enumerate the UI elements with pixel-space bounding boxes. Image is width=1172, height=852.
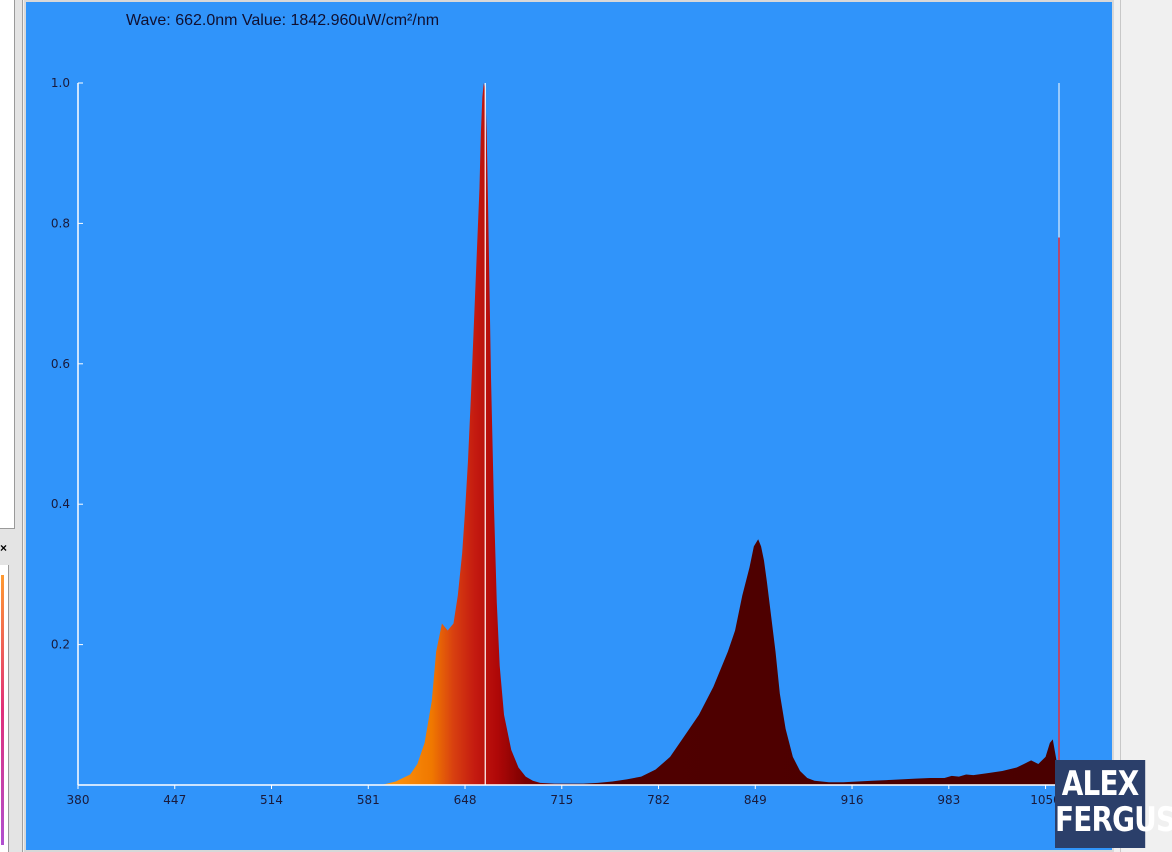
x-tick-label: 380 [67,793,90,807]
y-tick-label: 0.8 [51,216,70,230]
x-tick-label: 514 [260,793,283,807]
left-panel-lower [0,565,9,852]
y-tick-label: 0.2 [51,638,70,652]
left-side-panel: × [0,0,23,852]
right-side-panel [1114,0,1172,852]
color-scale-bar [1,575,4,845]
watermark-logo: ALEX FERGUS [1055,760,1172,848]
x-tick-label: 581 [357,793,380,807]
x-tick-label: 983 [937,793,960,807]
close-icon[interactable]: × [0,541,7,555]
x-tick-label: 715 [550,793,573,807]
spectrum-chart-frame[interactable]: Wave: 662.0nm Value: 1842.960uW/cm²/nm 3… [24,0,1114,852]
x-tick-label: 916 [841,793,864,807]
panel-divider [1120,0,1121,852]
spectrum-plot[interactable]: 380 447 514 581 648 715 782 849 916 983 10500.20.4… [26,2,1112,850]
x-tick-label: 849 [744,793,767,807]
x-tick-label: 447 [163,793,186,807]
left-panel-upper [0,0,15,529]
x-tick-label: 648 [454,793,477,807]
logo-line-2: FERGUS [1055,800,1172,840]
y-tick-label: 0.6 [51,357,70,371]
x-tick-label: 782 [647,793,670,807]
logo-line-1: ALEX [1061,764,1139,804]
y-tick-label: 1.0 [51,76,70,90]
spectrum-area-0 [381,83,1058,785]
y-tick-label: 0.4 [51,497,70,511]
